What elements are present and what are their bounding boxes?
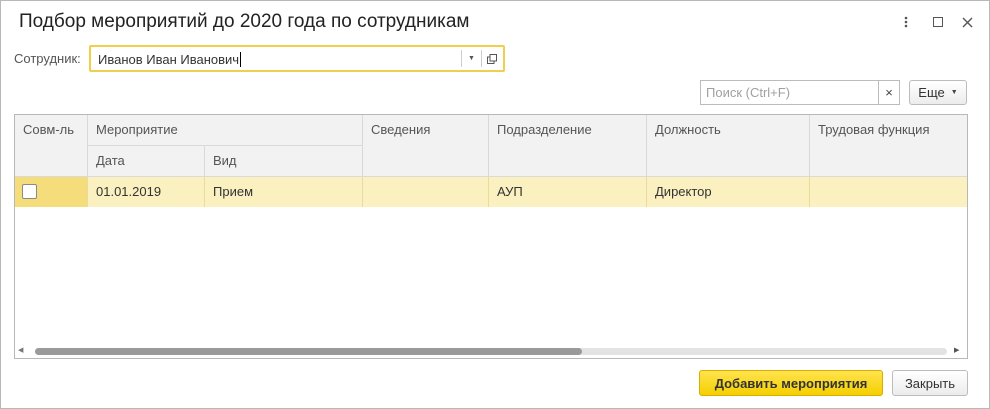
- col-header-kind[interactable]: Вид: [205, 146, 363, 177]
- close-icon[interactable]: [956, 11, 978, 33]
- employee-value[interactable]: Иванов Иван Иванович: [98, 52, 239, 67]
- dialog-window: Подбор мероприятий до 2020 года по сотру…: [0, 0, 990, 409]
- scroll-left-icon[interactable]: ◀: [18, 346, 23, 354]
- info-cell: [363, 177, 489, 207]
- position-cell: Директор: [647, 177, 810, 207]
- labor-function-cell: [810, 177, 967, 207]
- add-events-button[interactable]: Добавить мероприятия: [699, 370, 883, 396]
- col-header-info[interactable]: Сведения: [363, 115, 489, 177]
- chevron-down-icon: ▼: [950, 89, 958, 96]
- kind-cell: Прием: [205, 177, 363, 207]
- combined-cell: [15, 177, 88, 207]
- col-header-labor-function[interactable]: Трудовая функция: [810, 115, 967, 177]
- maximize-icon[interactable]: [927, 11, 949, 33]
- more-actions-button[interactable]: Еще ▼: [909, 80, 967, 105]
- clear-search-icon[interactable]: ×: [878, 81, 899, 104]
- employee-field[interactable]: Иванов Иван Иванович ▼: [89, 45, 505, 72]
- open-form-icon[interactable]: [481, 50, 501, 67]
- col-header-date[interactable]: Дата: [88, 146, 205, 177]
- horizontal-scrollbar[interactable]: ◀ ▶: [15, 343, 967, 358]
- table-row[interactable]: 01.01.2019 Прием АУП Директор: [15, 177, 967, 207]
- col-header-combined[interactable]: Совм-ль: [15, 115, 88, 177]
- department-cell: АУП: [489, 177, 647, 207]
- close-button[interactable]: Закрыть: [892, 370, 968, 396]
- more-vertical-icon[interactable]: [895, 11, 917, 33]
- dialog-title: Подбор мероприятий до 2020 года по сотру…: [19, 11, 470, 32]
- more-actions-label: Еще: [918, 85, 945, 100]
- search-box: ×: [700, 80, 900, 105]
- employee-label: Сотрудник:: [14, 51, 81, 66]
- scroll-thumb[interactable]: [35, 348, 583, 355]
- col-header-department[interactable]: Подразделение: [489, 115, 647, 177]
- chevron-down-icon[interactable]: ▼: [461, 50, 481, 67]
- events-table: Совм-ль Мероприятие Дата Вид Сведения По…: [14, 114, 968, 359]
- date-cell: 01.01.2019: [88, 177, 205, 207]
- scroll-track[interactable]: [35, 348, 947, 355]
- search-input[interactable]: [701, 81, 877, 104]
- text-caret: [240, 52, 242, 67]
- combined-checkbox[interactable]: [22, 184, 37, 199]
- col-header-event[interactable]: Мероприятие: [88, 115, 363, 146]
- scroll-right-icon[interactable]: ▶: [954, 346, 959, 354]
- col-header-position[interactable]: Должность: [647, 115, 810, 177]
